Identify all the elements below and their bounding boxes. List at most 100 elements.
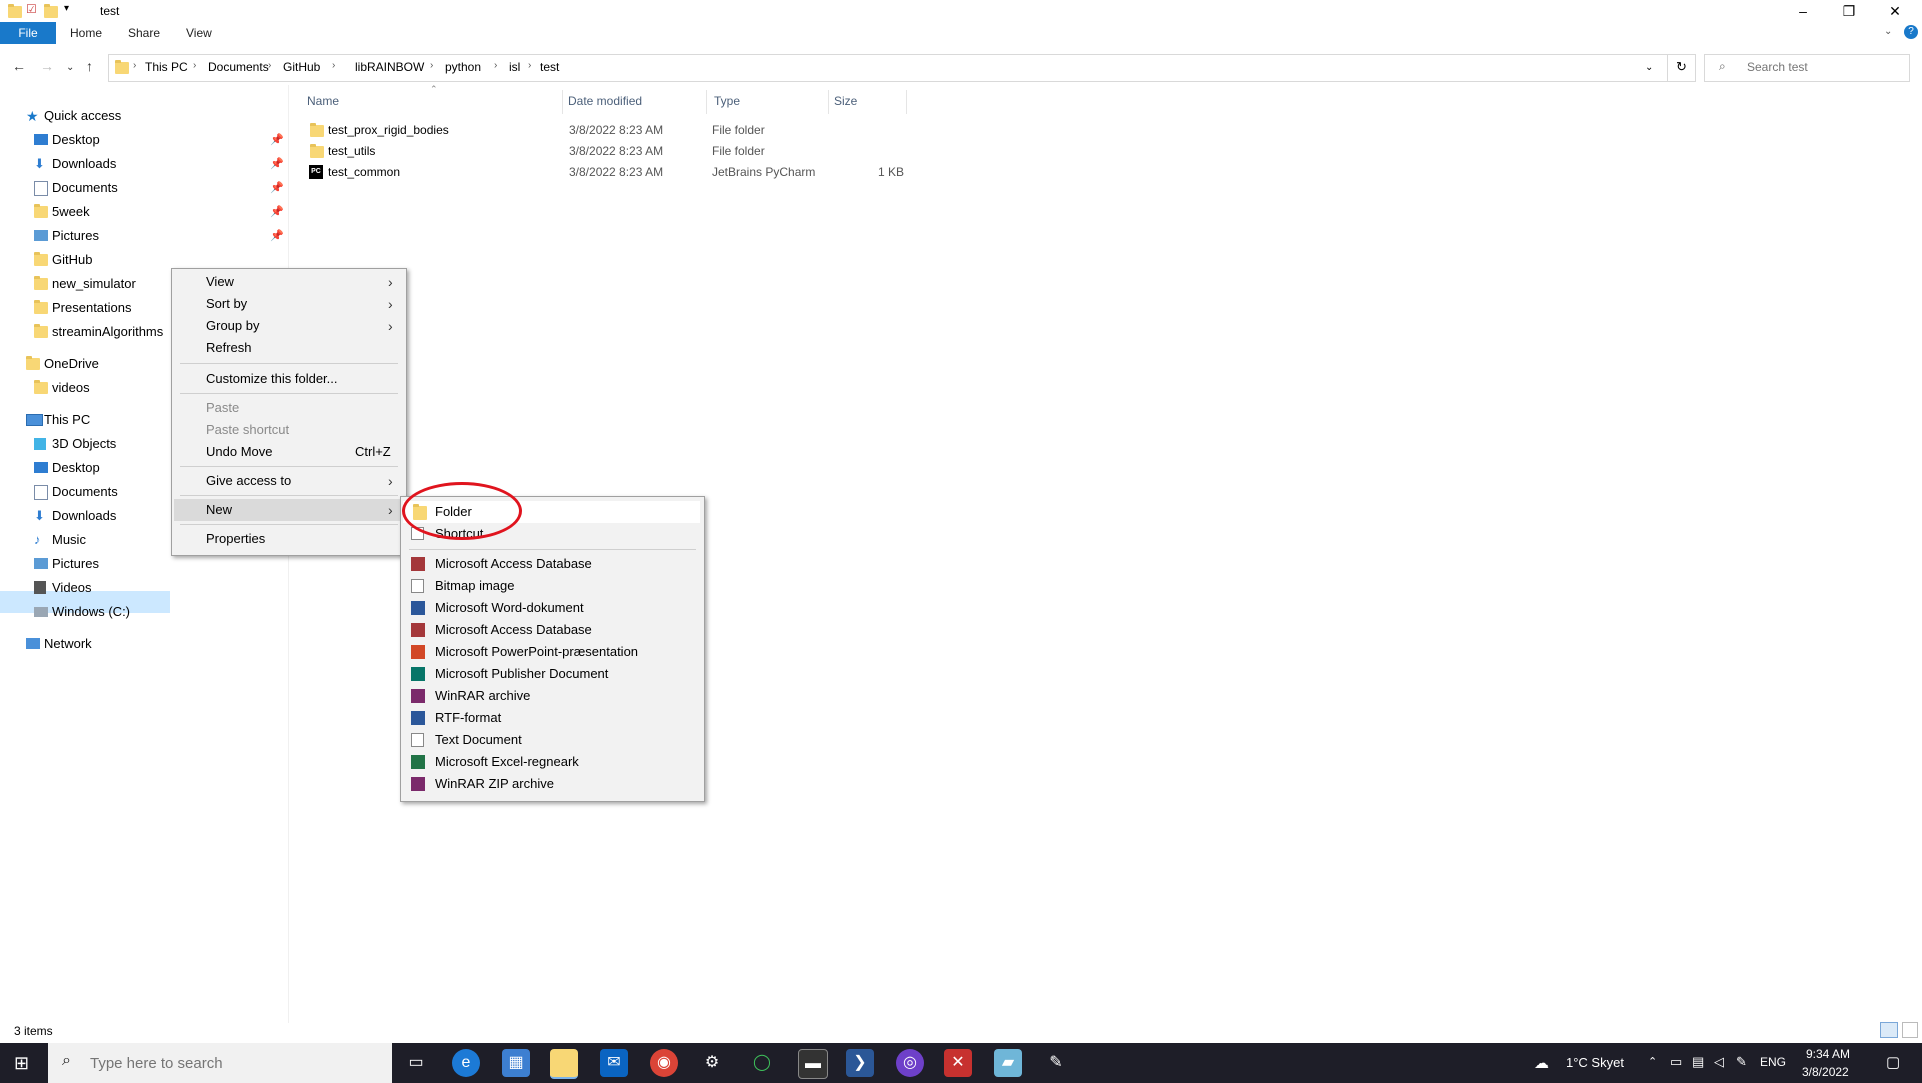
new-item-winrar[interactable]: WinRAR archive <box>403 685 700 707</box>
breadcrumb-documents[interactable]: Documents <box>208 60 269 74</box>
network-tray-icon[interactable]: ▭ <box>1670 1054 1682 1070</box>
large-icons-view-icon[interactable] <box>1902 1022 1918 1038</box>
address-bar[interactable]: › This PC › Documents › GitHub › libRAIN… <box>108 54 1696 82</box>
minimize-button[interactable]: – <box>1780 0 1826 22</box>
pen-icon[interactable]: ✎ <box>1736 1054 1747 1070</box>
expand-ribbon-icon[interactable]: ⌄ <box>1884 26 1892 37</box>
chevron-right-icon[interactable]: › <box>193 60 196 71</box>
file-explorer-icon[interactable] <box>550 1049 578 1079</box>
menu-item-give-access[interactable]: Give access to › <box>174 470 402 492</box>
taskbar-search[interactable]: ⌕ <box>48 1043 392 1083</box>
file-row[interactable]: PC test_common 3/8/2022 8:23 AM JetBrain… <box>308 162 968 182</box>
github-desktop-icon[interactable]: ◎ <box>896 1049 924 1077</box>
refresh-icon[interactable]: ↻ <box>1676 59 1687 75</box>
new-item-powerpoint[interactable]: Microsoft PowerPoint-præsentation <box>403 641 700 663</box>
column-date-modified[interactable]: Date modified <box>568 94 642 108</box>
forward-icon[interactable]: → <box>40 58 54 74</box>
file-row[interactable]: test_prox_rigid_bodies 3/8/2022 8:23 AM … <box>308 120 968 140</box>
store-icon[interactable]: ▦ <box>502 1049 530 1077</box>
nav-item-desktop[interactable]: Desktop 📌 <box>34 129 284 151</box>
pin-icon[interactable]: 📌 <box>270 177 284 199</box>
chevron-right-icon[interactable]: › <box>528 60 531 71</box>
chrome-icon[interactable]: ◉ <box>650 1049 678 1077</box>
column-divider[interactable] <box>562 90 563 114</box>
recent-locations-icon[interactable]: ⌄ <box>66 62 74 73</box>
column-name[interactable]: Name <box>307 94 339 108</box>
chevron-right-icon[interactable]: › <box>430 60 433 71</box>
menu-item-refresh[interactable]: Refresh <box>174 337 402 359</box>
new-item-rtf[interactable]: RTF-format <box>403 707 700 729</box>
nav-item-documents[interactable]: Documents 📌 <box>34 177 284 199</box>
notifications-icon[interactable]: ▢ <box>1886 1053 1900 1071</box>
breadcrumb-librainbow[interactable]: libRAINBOW <box>355 60 424 74</box>
breadcrumb-python[interactable]: python <box>445 60 481 74</box>
powershell-icon[interactable]: ❯ <box>846 1049 874 1077</box>
menu-item-new[interactable]: New › <box>174 499 402 521</box>
nav-item-downloads[interactable]: ⬇ Downloads 📌 <box>34 153 284 175</box>
new-item-text-document[interactable]: Text Document <box>403 729 700 751</box>
notepad-icon[interactable]: ▰ <box>994 1049 1022 1077</box>
breadcrumb-test[interactable]: test <box>540 60 559 74</box>
clock-date[interactable]: 3/8/2022 <box>1802 1065 1849 1079</box>
weather-text[interactable]: 1°C Skyet <box>1566 1055 1624 1070</box>
chevron-right-icon[interactable]: › <box>332 60 335 71</box>
breadcrumb-isl[interactable]: isl <box>509 60 520 74</box>
column-divider[interactable] <box>828 90 829 114</box>
language-indicator[interactable]: ENG <box>1760 1055 1786 1069</box>
show-hidden-icons-icon[interactable]: ⌃ <box>1648 1055 1657 1068</box>
properties-icon[interactable]: ☑ <box>26 2 37 16</box>
tab-home[interactable]: Home <box>56 22 116 44</box>
menu-item-sort-by[interactable]: Sort by › <box>174 293 402 315</box>
volume-icon[interactable]: ◁ <box>1714 1054 1724 1070</box>
mail-icon[interactable]: ✉ <box>600 1049 628 1077</box>
weather-icon[interactable]: ☁ <box>1534 1054 1549 1072</box>
nav-item-pictures[interactable]: Pictures 📌 <box>34 225 284 247</box>
nav-item-5week[interactable]: 5week 📌 <box>34 201 284 223</box>
tab-file[interactable]: File <box>0 22 56 44</box>
customize-quick-access-icon[interactable]: ▾ <box>64 3 69 14</box>
app-icon[interactable]: ✕ <box>944 1049 972 1077</box>
column-divider[interactable] <box>906 90 907 114</box>
menu-item-view[interactable]: View › <box>174 271 402 293</box>
taskbar-search-input[interactable] <box>88 1054 382 1073</box>
task-view-icon[interactable]: ▭ <box>402 1049 430 1077</box>
menu-item-undo-move[interactable]: Undo Move Ctrl+Z <box>174 441 402 463</box>
app-ring-icon[interactable]: ◯ <box>748 1049 776 1077</box>
file-row[interactable]: test_utils 3/8/2022 8:23 AM File folder <box>308 141 968 161</box>
back-icon[interactable]: ← <box>12 58 26 74</box>
menu-item-customize-folder[interactable]: Customize this folder... <box>174 368 402 390</box>
new-item-publisher[interactable]: Microsoft Publisher Document <box>403 663 700 685</box>
windows-start-icon[interactable]: ⊞ <box>14 1053 29 1074</box>
settings-icon[interactable]: ⚙ <box>698 1049 726 1077</box>
pin-icon[interactable]: 📌 <box>270 225 284 247</box>
edge-icon[interactable]: e <box>452 1049 480 1077</box>
help-icon[interactable]: ? <box>1904 25 1918 39</box>
menu-item-properties[interactable]: Properties <box>174 528 402 550</box>
chevron-right-icon[interactable]: › <box>133 60 136 71</box>
new-item-excel[interactable]: Microsoft Excel-regneark <box>403 751 700 773</box>
tab-share[interactable]: Share <box>114 22 174 44</box>
column-size[interactable]: Size <box>834 94 857 108</box>
menu-item-paste-shortcut[interactable]: Paste shortcut <box>174 419 402 441</box>
new-folder-icon[interactable] <box>44 4 58 18</box>
column-type[interactable]: Type <box>714 94 740 108</box>
menu-item-paste[interactable]: Paste <box>174 397 402 419</box>
pin-icon[interactable]: 📌 <box>270 201 284 223</box>
new-item-access-database-2[interactable]: Microsoft Access Database <box>403 619 700 641</box>
pin-icon[interactable]: 📌 <box>270 129 284 151</box>
battery-icon[interactable]: ▤ <box>1692 1054 1704 1070</box>
address-dropdown-icon[interactable]: ⌄ <box>1645 62 1653 73</box>
new-item-winrar-zip[interactable]: WinRAR ZIP archive <box>403 773 700 795</box>
clock-time[interactable]: 9:34 AM <box>1806 1047 1850 1061</box>
new-item-word[interactable]: Microsoft Word-dokument <box>403 597 700 619</box>
chevron-right-icon[interactable]: › <box>494 60 497 71</box>
pin-icon[interactable]: 📌 <box>270 153 284 175</box>
terminal-icon[interactable]: ▬ <box>798 1049 828 1079</box>
breadcrumb-github[interactable]: GitHub <box>283 60 320 74</box>
search-box[interactable]: ⌕ <box>1704 54 1910 82</box>
chevron-right-icon[interactable]: › <box>268 60 271 71</box>
breadcrumb-this-pc[interactable]: This PC <box>145 60 188 74</box>
paint-icon[interactable]: ✎ <box>1042 1049 1070 1077</box>
new-item-access-database[interactable]: Microsoft Access Database <box>403 553 700 575</box>
search-input[interactable] <box>1745 59 1899 75</box>
